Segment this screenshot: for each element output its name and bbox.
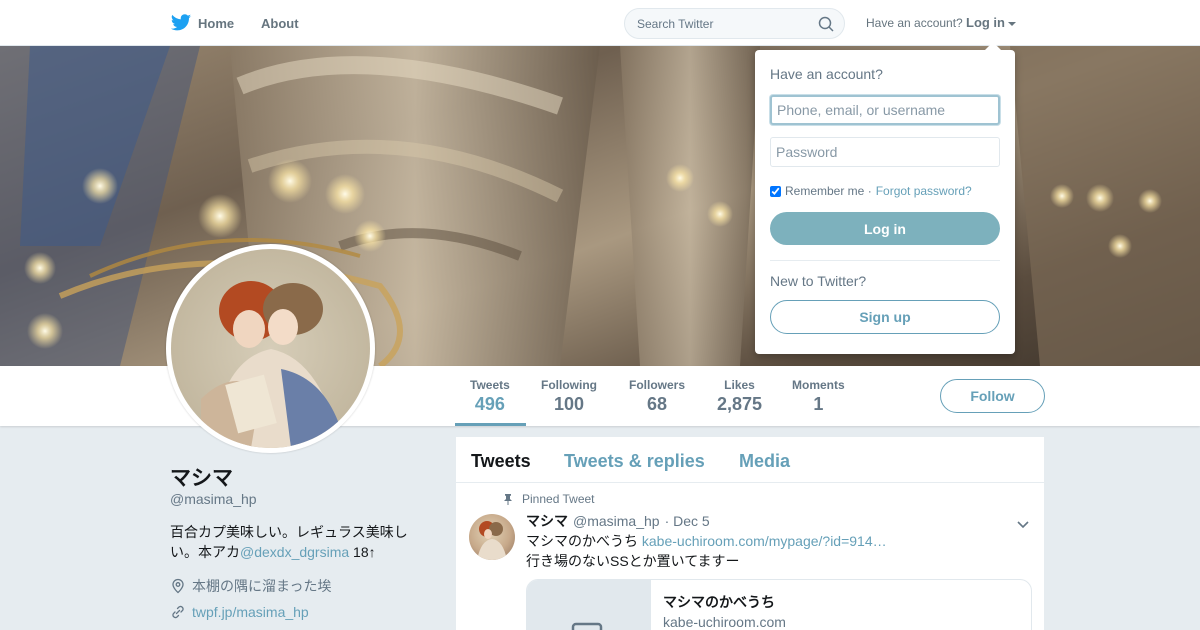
profile-location: 本棚の隅に溜まった埃 <box>170 576 331 596</box>
tab-media[interactable]: Media <box>739 451 790 472</box>
card-domain: kabe-uchiroom.com <box>663 614 786 630</box>
tweet-author-handle[interactable]: @masima_hp <box>573 513 660 529</box>
tweet-author-name[interactable]: マシマ <box>526 511 568 531</box>
search-input[interactable] <box>625 9 810 39</box>
profile-bio: 百合カプ美味しい。レギュラス美味しい。本アカ@dexdx_dgrsima 18↑ <box>170 522 420 562</box>
pinned-label-text: Pinned Tweet <box>522 492 595 506</box>
pinned-tweet-label: Pinned Tweet <box>502 492 595 506</box>
pin-icon <box>504 494 512 505</box>
stat-tweets[interactable]: Tweets 496 <box>470 378 510 415</box>
username-field[interactable] <box>770 95 1000 125</box>
remember-me-checkbox[interactable] <box>770 185 781 197</box>
profile-handle: @masima_hp <box>170 491 257 507</box>
timeline: Tweets Tweets & replies Media Pinned Twe… <box>456 437 1044 630</box>
password-field[interactable] <box>770 137 1000 167</box>
stat-value: 100 <box>553 394 585 414</box>
tweet-date[interactable]: · Dec 5 <box>665 513 710 529</box>
login-dropdown-toggle[interactable]: Log in <box>966 15 1016 30</box>
avatar-image <box>171 249 370 448</box>
stat-value: 1 <box>813 394 824 414</box>
dropdown-title: Have an account? <box>770 66 883 82</box>
chevron-down-icon[interactable] <box>1016 517 1030 531</box>
login-dropdown: Have an account? Remember me · Forgot pa… <box>755 42 1015 354</box>
new-to-twitter-text: New to Twitter? <box>770 273 867 289</box>
top-navigation-bar: Home About Have an account? Log in <box>0 0 1200 46</box>
stat-likes[interactable]: Likes 2,875 <box>717 378 762 415</box>
bio-suffix: 18↑ <box>349 544 376 560</box>
tweet-text-prefix: マシマのかべうち <box>526 533 642 549</box>
twitter-bird-icon <box>170 14 192 31</box>
home-label: Home <box>198 15 235 31</box>
remember-me-row: Remember me · Forgot password? <box>770 184 972 198</box>
follow-button[interactable]: Follow <box>940 379 1045 413</box>
stat-label: Followers <box>629 378 686 392</box>
tweet-header: マシマ @masima_hp · Dec 5 <box>526 511 710 531</box>
bio-mention-link[interactable]: @dexdx_dgrsima <box>240 544 349 560</box>
link-card[interactable]: マシマのかべうち kabe-uchiroom.com <box>526 579 1032 630</box>
tweet-text-line2: 行き場のないSSとか置いてますー <box>526 553 740 569</box>
stat-label: Moments <box>792 378 845 392</box>
location-pin-icon <box>172 578 184 594</box>
location-text: 本棚の隅に溜まった埃 <box>192 578 332 594</box>
document-icon <box>571 622 603 630</box>
profile-avatar[interactable] <box>166 244 375 453</box>
home-nav-link[interactable]: Home <box>170 12 234 34</box>
stat-following[interactable]: Following 100 <box>541 378 597 415</box>
search-icon[interactable] <box>818 16 834 32</box>
stat-label: Tweets <box>470 378 510 392</box>
forgot-password-link[interactable]: Forgot password? <box>876 184 972 198</box>
active-stat-indicator <box>455 423 526 426</box>
stat-followers[interactable]: Followers 68 <box>629 378 685 415</box>
stat-value: 2,875 <box>717 394 763 414</box>
caret-down-icon <box>1008 21 1016 26</box>
profile-name: マシマ <box>170 467 233 490</box>
remember-me-label: Remember me · <box>785 184 872 198</box>
stat-value: 496 <box>474 394 505 414</box>
tab-tweets-and-replies[interactable]: Tweets & replies <box>564 451 705 472</box>
have-account-text: Have an account? <box>866 16 963 30</box>
stat-value: 68 <box>646 394 668 414</box>
login-button[interactable]: Log in <box>770 212 1000 245</box>
timeline-tabs: Tweets Tweets & replies Media <box>456 437 1044 483</box>
signup-button[interactable]: Sign up <box>770 300 1000 334</box>
about-nav-link[interactable]: About <box>261 16 299 31</box>
profile-url[interactable]: twpf.jp/masima_hp <box>170 604 309 620</box>
stat-moments[interactable]: Moments 1 <box>792 378 845 415</box>
card-thumbnail <box>527 580 651 630</box>
login-toggle-label: Log in <box>966 15 1005 30</box>
tweet-link[interactable]: kabe-uchiroom.com/mypage/?id=914… <box>642 533 887 549</box>
search-box <box>624 8 845 39</box>
tweet-text: マシマのかべうち kabe-uchiroom.com/mypage/?id=91… <box>526 531 1006 571</box>
tweet-avatar[interactable] <box>469 514 515 560</box>
url-text: twpf.jp/masima_hp <box>192 604 309 620</box>
dropdown-divider <box>770 260 1000 261</box>
tab-tweets[interactable]: Tweets <box>471 451 531 472</box>
link-icon <box>172 605 184 619</box>
card-title: マシマのかべうち <box>663 594 775 610</box>
stat-label: Following <box>541 378 597 392</box>
stat-label: Likes <box>724 378 755 392</box>
